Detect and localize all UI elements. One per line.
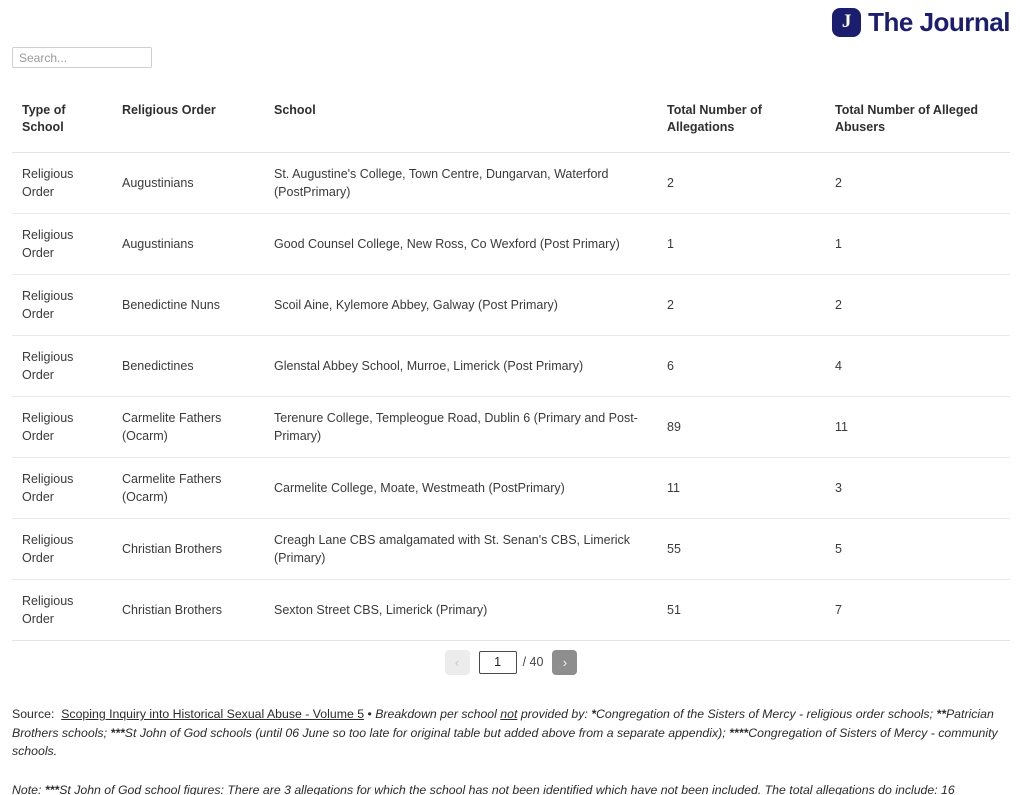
cell-total-allegations: 2 — [657, 274, 825, 336]
cell-total-allegations: 6 — [657, 335, 825, 397]
cell-religious-order: Christian Brothers — [112, 518, 264, 580]
note-star: *** — [44, 782, 60, 795]
cell-type-of-school: Religious Order — [12, 579, 112, 641]
source-label: Source: — [12, 707, 55, 721]
table-row: Religious Order Augustinians Good Counse… — [12, 213, 1010, 275]
source-star-3: *** — [110, 725, 125, 740]
brand-logo[interactable]: J The Journal — [832, 6, 1010, 38]
page-number-input[interactable] — [478, 650, 517, 674]
source-text-part2: provided by: — [517, 707, 592, 721]
page-root: J The Journal Type of School Religious O… — [0, 0, 1020, 795]
pagination-controls: ‹ / 40 › — [12, 641, 1010, 683]
source-emphasis-not: not — [500, 707, 518, 721]
cell-total-alleged-abusers: 2 — [825, 274, 1010, 336]
cell-school: St. Augustine's College, Town Centre, Du… — [264, 152, 657, 214]
journal-j-icon: J — [832, 7, 862, 37]
cell-total-alleged-abusers: 1 — [825, 213, 1010, 275]
table-header-row: Type of School Religious Order School To… — [12, 90, 1010, 153]
cell-total-alleged-abusers: 2 — [825, 152, 1010, 214]
footnotes: Source: Scoping Inquiry into Historical … — [10, 705, 1010, 795]
cell-school: Creagh Lane CBS amalgamated with St. Sen… — [264, 518, 657, 580]
cell-school: Scoil Aine, Kylemore Abbey, Galway (Post… — [264, 274, 657, 336]
source-text-part3: Congregation of the Sisters of Mercy - r… — [596, 707, 937, 721]
cell-type-of-school: Religious Order — [12, 274, 112, 336]
search-input[interactable] — [12, 47, 152, 68]
cell-total-allegations: 89 — [657, 396, 825, 458]
next-page-button[interactable]: › — [552, 649, 578, 675]
cell-total-allegations: 51 — [657, 579, 825, 641]
cell-religious-order: Benedictines — [112, 335, 264, 397]
table-container: Type of School Religious Order School To… — [10, 90, 1010, 641]
source-text-part5: St John of God schools (until 06 June so… — [124, 725, 730, 740]
cell-type-of-school: Religious Order — [12, 396, 112, 458]
cell-total-alleged-abusers: 4 — [825, 335, 1010, 397]
note-emphasis-not: not — [660, 782, 678, 795]
header-bar: J The Journal — [10, 0, 1010, 44]
cell-type-of-school: Religious Order — [12, 335, 112, 397]
cell-type-of-school: Religious Order — [12, 213, 112, 275]
cell-school: Glenstal Abbey School, Murroe, Limerick … — [264, 335, 657, 397]
cell-total-alleged-abusers: 7 — [825, 579, 1010, 641]
table-row: Religious Order Carmelite Fathers (Ocarm… — [12, 396, 1010, 458]
table-row: Religious Order Augustinians St. Augusti… — [12, 152, 1010, 214]
cell-religious-order: Benedictine Nuns — [112, 274, 264, 336]
cell-religious-order: Carmelite Fathers (Ocarm) — [112, 457, 264, 519]
logo-mark-letter: J — [841, 10, 852, 32]
cell-type-of-school: Religious Order — [12, 457, 112, 519]
explanatory-note: Note: ***St John of God school figures: … — [12, 781, 1008, 795]
cell-school: Terenure College, Templeogue Road, Dubli… — [264, 396, 657, 458]
table-row: Religious Order Christian Brothers Creag… — [12, 518, 1010, 580]
table-row: Religious Order Benedictine Nuns Scoil A… — [12, 274, 1010, 336]
table-header: Type of School Religious Order School To… — [12, 90, 1010, 153]
cell-type-of-school: Religious Order — [12, 518, 112, 580]
cell-religious-order: Augustinians — [112, 213, 264, 275]
total-pages-label: / 40 — [522, 655, 544, 669]
note-text-part1: St John of God school figures: There are… — [59, 782, 661, 795]
table-row: Religious Order Carmelite Fathers (Ocarm… — [12, 457, 1010, 519]
table-row: Religious Order Benedictines Glenstal Ab… — [12, 335, 1010, 397]
cell-school: Sexton Street CBS, Limerick (Primary) — [264, 579, 657, 641]
cell-total-alleged-abusers: 11 — [825, 396, 1010, 458]
cell-religious-order: Christian Brothers — [112, 579, 264, 641]
previous-page-button[interactable]: ‹ — [444, 649, 470, 675]
cell-total-alleged-abusers: 5 — [825, 518, 1010, 580]
column-header-religious-order[interactable]: Religious Order — [112, 90, 264, 153]
cell-religious-order: Carmelite Fathers (Ocarm) — [112, 396, 264, 458]
column-header-total-alleged-abusers[interactable]: Total Number of Alleged Abusers — [825, 90, 1010, 153]
column-header-total-allegations[interactable]: Total Number of Allegations — [657, 90, 825, 153]
column-header-school[interactable]: School — [264, 90, 657, 153]
source-star-4: **** — [729, 725, 749, 740]
column-header-type-of-school[interactable]: Type of School — [12, 90, 112, 153]
brand-name: The Journal — [868, 7, 1010, 37]
table-body: Religious Order Augustinians St. Augusti… — [12, 152, 1010, 641]
cell-total-allegations: 11 — [657, 457, 825, 519]
cell-school: Carmelite College, Moate, Westmeath (Pos… — [264, 457, 657, 519]
cell-religious-order: Augustinians — [112, 152, 264, 214]
cell-total-alleged-abusers: 3 — [825, 457, 1010, 519]
source-text-part1: Breakdown per school — [375, 707, 501, 721]
search-row — [10, 47, 1010, 68]
cell-type-of-school: Religious Order — [12, 152, 112, 214]
abuse-allegations-table: Type of School Religious Order School To… — [12, 90, 1010, 641]
cell-total-allegations: 1 — [657, 213, 825, 275]
cell-total-allegations: 55 — [657, 518, 825, 580]
source-link[interactable]: Scoping Inquiry into Historical Sexual A… — [61, 707, 364, 721]
source-note: Source: Scoping Inquiry into Historical … — [12, 705, 1008, 761]
cell-school: Good Counsel College, New Ross, Co Wexfo… — [264, 213, 657, 275]
source-star-2: ** — [936, 707, 946, 721]
cell-total-allegations: 2 — [657, 152, 825, 214]
source-bullet: • — [367, 707, 372, 721]
note-label: Note: — [12, 782, 42, 795]
table-row: Religious Order Christian Brothers Sexto… — [12, 579, 1010, 641]
